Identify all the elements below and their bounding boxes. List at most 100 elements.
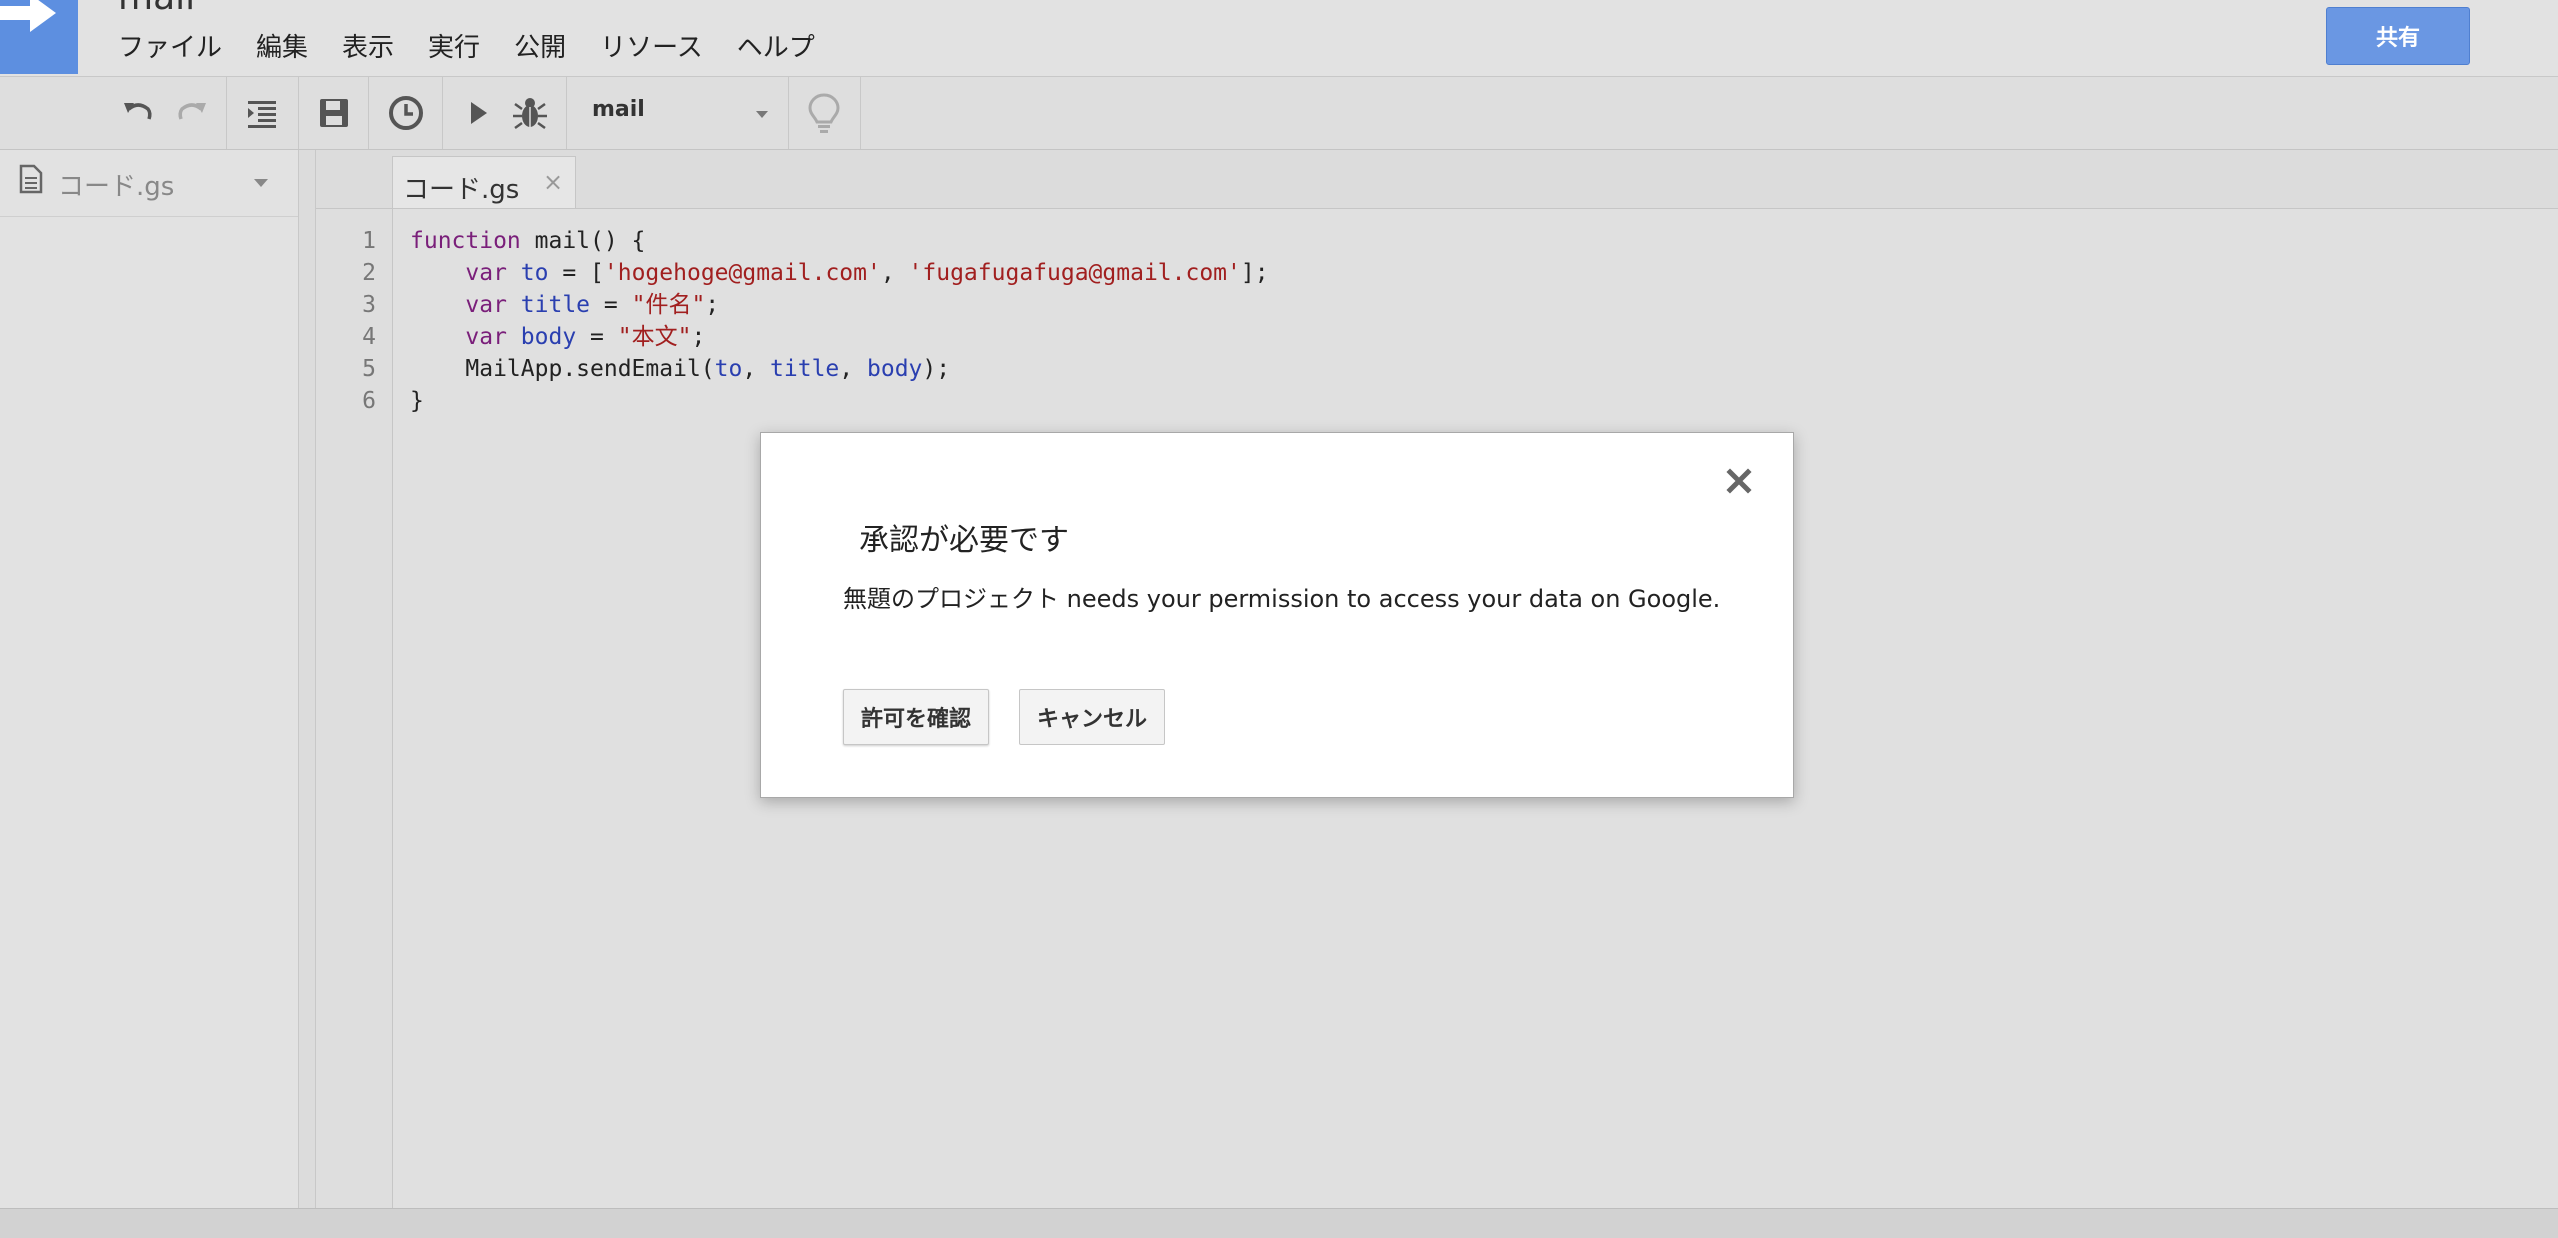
chevron-down-icon	[756, 111, 768, 118]
code-token: to	[714, 356, 743, 382]
code-token: ,	[839, 356, 867, 382]
redo-button[interactable]	[170, 91, 214, 135]
menu-help[interactable]: ヘルプ	[737, 30, 815, 66]
code-token: 'hogehoge@gmail.com'	[603, 260, 881, 286]
dialog-title: 承認が必要です	[859, 523, 1069, 558]
lightbulb-icon	[808, 93, 840, 133]
menu-file[interactable]: ファイル	[118, 30, 222, 66]
toolbar-separator	[226, 77, 227, 149]
code-token: body	[867, 356, 923, 382]
code-token: = [	[548, 260, 604, 286]
code-token: body	[520, 324, 577, 350]
code-token: to	[520, 260, 549, 286]
toolbar-separator	[788, 77, 789, 149]
editor-tab-bar: コード.gs ×	[316, 150, 2558, 209]
chevron-down-icon[interactable]	[254, 179, 268, 187]
cancel-button[interactable]: キャンセル	[1019, 689, 1165, 745]
menu-view[interactable]: 表示	[342, 30, 394, 66]
code-line: var to = ['hogehoge@gmail.com', 'fugafug…	[410, 257, 1269, 289]
bug-icon	[513, 98, 547, 130]
line-number: 2	[362, 260, 376, 286]
undo-icon	[124, 103, 152, 120]
line-number: 1	[362, 228, 376, 254]
code-line: var body = "本文";	[410, 321, 705, 353]
toolbar-separator	[442, 77, 443, 149]
code-token: ,	[742, 356, 771, 382]
toolbar-separator	[860, 77, 861, 149]
play-icon	[471, 102, 487, 124]
file-icon	[19, 164, 43, 194]
code-token: ,	[880, 260, 909, 286]
share-button[interactable]: 共有	[2326, 7, 2470, 65]
code-token: mail() {	[520, 228, 646, 254]
indent-icon	[248, 101, 276, 128]
code-token: ];	[1240, 260, 1269, 286]
app-logo[interactable]	[0, 0, 78, 74]
close-icon[interactable]: ×	[543, 170, 563, 194]
toolbar-separator	[566, 77, 567, 149]
code-token: 'fugafugafuga@gmail.com'	[908, 260, 1241, 286]
code-token: "本文"	[617, 324, 692, 350]
function-select-value: mail	[592, 97, 645, 122]
code-token: }	[410, 388, 424, 414]
run-button[interactable]	[456, 91, 500, 135]
review-permissions-button[interactable]: 許可を確認	[843, 689, 989, 745]
code-token: );	[922, 356, 951, 382]
code-line: function mail() {	[410, 225, 645, 257]
undo-button[interactable]	[116, 91, 160, 135]
menu-edit[interactable]: 編集	[256, 30, 308, 66]
redo-icon	[178, 103, 206, 120]
code-token: =	[590, 292, 632, 318]
toolbar-separator	[298, 77, 299, 149]
line-number: 3	[362, 292, 376, 318]
code-token: title	[520, 292, 591, 318]
line-number: 4	[362, 324, 376, 350]
sidebar-item-code-gs[interactable]: コード.gs	[0, 150, 298, 217]
debug-button[interactable]	[508, 91, 552, 135]
menu-bar: ファイル 編集 表示 実行 公開 リソース ヘルプ	[118, 30, 849, 66]
menu-resources[interactable]: リソース	[600, 30, 703, 66]
toolbar: mail	[0, 77, 2558, 150]
document-title[interactable]: mail	[118, 0, 195, 18]
code-token: ;	[691, 324, 706, 350]
dialog-close-button[interactable]	[1719, 461, 1759, 501]
save-button[interactable]	[312, 91, 356, 135]
arrow-logo-icon	[0, 0, 56, 32]
triggers-button[interactable]	[384, 91, 428, 135]
code-token: var	[465, 260, 507, 286]
sidebar-splitter[interactable]	[299, 150, 316, 1208]
file-sidebar: コード.gs	[0, 150, 299, 1208]
code-token: var	[465, 292, 507, 318]
line-number-gutter: 1 2 3 4 5 6	[316, 209, 393, 1208]
code-token: =	[576, 324, 618, 350]
tab-code-gs[interactable]: コード.gs ×	[392, 156, 576, 208]
code-token: function	[410, 228, 521, 254]
menu-publish[interactable]: 公開	[514, 30, 566, 66]
status-bar	[0, 1208, 2558, 1238]
line-number: 6	[362, 388, 376, 414]
code-token: title	[770, 356, 840, 382]
sidebar-file-name: コード.gs	[58, 172, 175, 202]
toolbar-separator	[368, 77, 369, 149]
header: mail ファイル 編集 表示 実行 公開 リソース ヘルプ 共有	[0, 0, 2558, 77]
save-icon	[320, 99, 348, 127]
code-token: var	[465, 324, 507, 350]
clock-icon	[389, 96, 423, 130]
execution-hints-button[interactable]	[802, 91, 846, 135]
indent-button[interactable]	[240, 91, 284, 135]
function-select[interactable]: mail	[590, 91, 770, 135]
menu-run[interactable]: 実行	[428, 30, 480, 66]
code-line: var title = "件名";	[410, 289, 719, 321]
dialog-message: 無題のプロジェクト needs your permission to acces…	[843, 585, 1721, 613]
close-icon	[1726, 468, 1752, 494]
apps-script-editor: mail ファイル 編集 表示 実行 公開 リソース ヘルプ 共有	[0, 0, 2558, 1238]
code-token: ;	[705, 292, 720, 318]
authorization-dialog: 承認が必要です 無題のプロジェクト needs your permission …	[760, 432, 1794, 798]
